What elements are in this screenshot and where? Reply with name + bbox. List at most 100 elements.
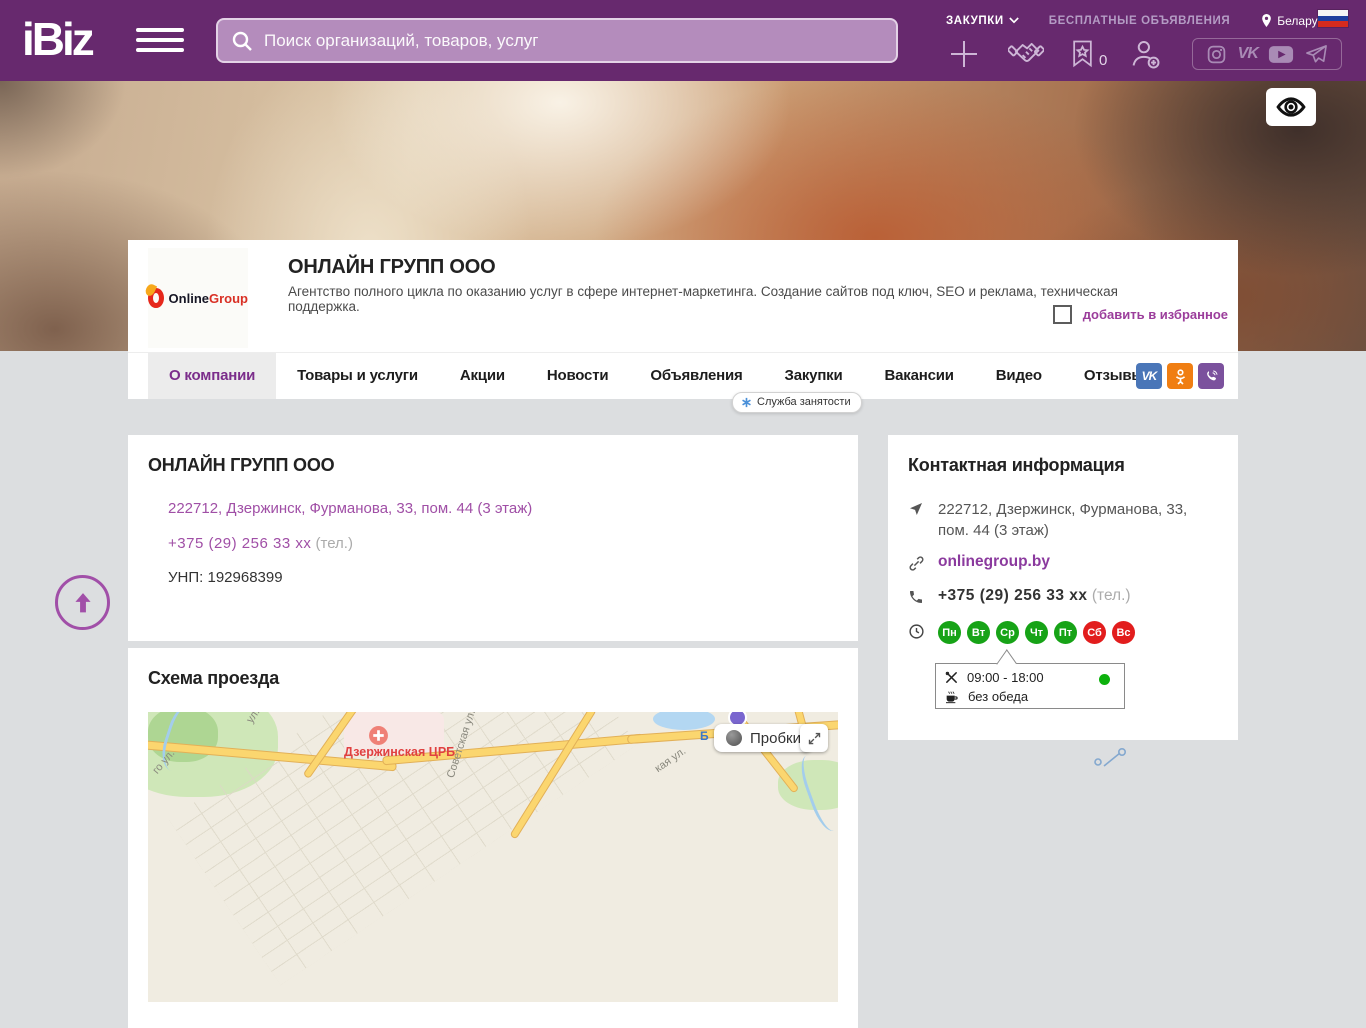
accessibility-eye-button[interactable] [1266, 88, 1316, 126]
tab-promos[interactable]: Акции [439, 353, 526, 399]
contact-phone[interactable]: +375 (29) 256 33 xx [938, 587, 1088, 604]
company-title: ОНЛАЙН ГРУПП ООО [288, 256, 495, 279]
search-bar [216, 18, 898, 63]
add-to-favorites[interactable]: добавить в избранное [1053, 305, 1228, 324]
favorite-checkbox[interactable] [1053, 305, 1072, 324]
navigation-arrow-icon [908, 499, 926, 523]
address-link[interactable]: 222712, Дзержинск, Фурманова, 33, пом. 4… [168, 500, 532, 517]
day-badge-mon[interactable]: Пн [938, 621, 961, 644]
website-link[interactable]: onlinegroup.by [938, 553, 1050, 571]
company-logo-flame-icon [148, 288, 164, 308]
contact-phone-suffix: (тел.) [1092, 587, 1131, 604]
contact-info-card: Контактная информация 222712, Дзержинск,… [888, 435, 1238, 740]
day-badge-tue[interactable]: Вт [967, 621, 990, 644]
asterisk-icon [741, 397, 752, 408]
phone-link[interactable]: +375 (29) 256 33 xx [168, 535, 311, 552]
hamburger-menu-icon[interactable] [136, 28, 184, 54]
employment-service-tooltip[interactable]: Служба занятости [732, 392, 862, 413]
map-street-label: кая ул. [653, 745, 688, 775]
expand-icon [807, 731, 822, 746]
day-badge-sun[interactable]: Вс [1112, 621, 1135, 644]
contact-address: 222712, Дзержинск, Фурманова, 33, пом. 4… [938, 499, 1222, 541]
register-button[interactable] [1129, 38, 1161, 70]
header: iBiz ЗАКУПКИ БЕСПЛАТНЫЕ ОБЪЯВЛЕНИЯ Белар… [0, 0, 1366, 81]
search-input[interactable] [264, 31, 884, 51]
site-logo[interactable]: iBiz [22, 12, 92, 66]
odnoklassniki-share-button[interactable] [1167, 363, 1193, 389]
weekday-badges: Пн Вт Ср Чт Пт Сб Вс [938, 621, 1135, 644]
favorites-count: 0 [1099, 52, 1107, 69]
bookmark-star-icon [1070, 39, 1095, 69]
viber-icon [1204, 369, 1219, 384]
phone-icon [908, 587, 926, 610]
viber-button[interactable] [1198, 363, 1224, 389]
company-logo: Online Group [148, 248, 248, 348]
up-arrow-icon [69, 589, 97, 617]
contact-phone-row: +375 (29) 256 33 xx (тел.) [908, 587, 1222, 610]
company-info-card: ОНЛАЙН ГРУПП ООО 222712, Дзержинск, Фурм… [128, 435, 858, 641]
lunch-info: без обеда [968, 689, 1028, 704]
info-card-title: ОНЛАЙН ГРУПП ООО [148, 455, 838, 476]
add-item-button[interactable] [948, 38, 980, 70]
telegram-icon[interactable] [1305, 43, 1328, 66]
map-canvas[interactable]: ул. Советская ул. кая ул. го ул. Б Дзерж… [148, 712, 838, 1002]
vk-icon[interactable]: VK [1238, 45, 1258, 63]
working-hours: 09:00 - 18:00 [967, 670, 1044, 685]
contact-address-row: 222712, Дзержинск, Фурманова, 33, пом. 4… [908, 499, 1222, 541]
map-fullscreen-button[interactable] [800, 724, 828, 752]
company-logo-word1: Online [169, 291, 209, 306]
traffic-label: Пробки [750, 730, 801, 747]
tab-news[interactable]: Новости [526, 353, 630, 399]
russian-flag-icon[interactable] [1318, 10, 1348, 27]
day-badge-sat[interactable]: Сб [1083, 621, 1106, 644]
favorite-label: добавить в избранное [1083, 307, 1228, 322]
map-card-title: Схема проезда [148, 668, 838, 689]
day-badge-thu[interactable]: Чт [1025, 621, 1048, 644]
open-now-indicator [1099, 674, 1110, 685]
map-pond [653, 712, 715, 730]
day-badge-wed[interactable]: Ср [996, 621, 1019, 644]
schedule-row: Пн Вт Ср Чт Пт Сб Вс [908, 621, 1222, 645]
tab-about[interactable]: О компании [148, 353, 276, 399]
handshake-icon [1008, 36, 1044, 72]
hospital-label: Дзержинская ЦРБ [344, 745, 455, 759]
scroll-to-top-button[interactable] [55, 575, 110, 630]
favorites-button[interactable]: 0 [1070, 39, 1107, 69]
tab-vacancies[interactable]: Вакансии [864, 353, 975, 399]
phone-row: +375 (29) 256 33 xx (тел.) [168, 535, 353, 552]
phone-suffix: (тел.) [316, 535, 353, 552]
vk-share-button[interactable]: VK [1136, 363, 1162, 389]
contact-website-row: onlinegroup.by [908, 553, 1222, 577]
tools-icon [944, 670, 959, 685]
company-tabs: О компании Товары и услуги Акции Новости… [128, 352, 1238, 399]
tab-products[interactable]: Товары и услуги [276, 353, 439, 399]
company-card: Online Group ОНЛАЙН ГРУПП ООО Агентство … [128, 240, 1238, 399]
chevron-down-icon [1009, 17, 1019, 24]
employment-service-label: Служба занятости [757, 396, 851, 408]
search-icon [230, 29, 254, 53]
youtube-icon[interactable] [1268, 45, 1294, 64]
instagram-icon[interactable] [1206, 44, 1227, 65]
nav-zakupki[interactable]: ЗАКУПКИ [946, 15, 1019, 27]
clock-icon [908, 621, 926, 645]
decorative-sketch [1090, 748, 1136, 768]
person-add-icon [1129, 38, 1161, 70]
eye-icon [1273, 93, 1309, 121]
ok-icon [1173, 368, 1188, 385]
unp-number: УНП: 192968399 [168, 569, 283, 586]
link-icon [908, 553, 926, 577]
traffic-light-icon [726, 730, 742, 746]
working-hours-tooltip: 09:00 - 18:00 без обеда [935, 663, 1125, 709]
nav-free-ads[interactable]: БЕСПЛАТНЫЕ ОБЪЯВЛЕНИЯ [1049, 15, 1231, 27]
tab-video[interactable]: Видео [975, 353, 1063, 399]
partners-button[interactable] [1008, 36, 1044, 72]
company-social-buttons: VK [1136, 363, 1224, 389]
traffic-toggle-button[interactable]: Пробки [714, 724, 813, 752]
company-description: Агентство полного цикла по оказанию услу… [288, 284, 1118, 314]
company-logo-word2: Group [209, 291, 248, 306]
map-water-label: Б [700, 729, 709, 743]
day-badge-fri[interactable]: Пт [1054, 621, 1077, 644]
coffee-cup-icon [944, 689, 960, 705]
header-icons: 0 [940, 36, 1161, 72]
contact-card-title: Контактная информация [908, 455, 1218, 476]
